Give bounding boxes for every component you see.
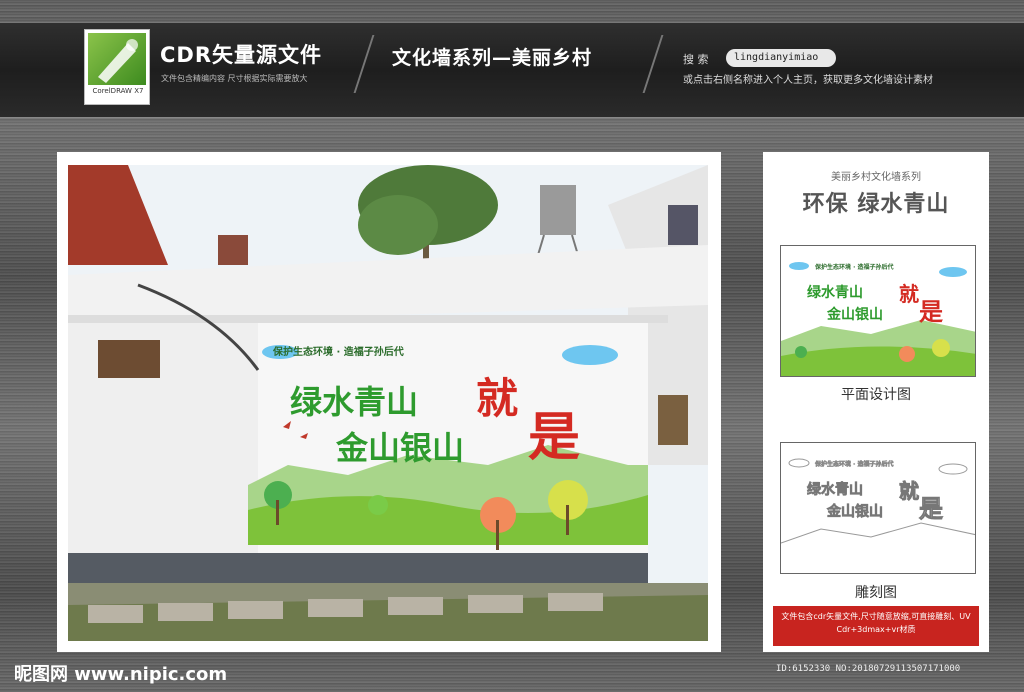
mural-line2: 金山银山	[336, 429, 465, 467]
thumb2-line2: 金山银山	[827, 504, 884, 521]
thumb2-slogan: 保护生态环境 · 造福子孙后代	[815, 461, 894, 469]
thumb1-slogan: 保护生态环境 · 造福子孙后代	[815, 264, 894, 271]
flat-design-thumbnail: 保护生态环境 · 造福子孙后代 绿水青山 金山银山 就 是	[780, 245, 976, 377]
coreldraw-logo: CorelDRAW X7	[84, 29, 150, 105]
effect-photo: 保护生态环境 · 造福子孙后代 绿水青山 金山银山 就 是	[68, 165, 708, 641]
divider	[353, 35, 375, 93]
thumb1-label: 平面设计图	[841, 387, 911, 403]
side-series: 美丽乡村文化墙系列	[831, 172, 921, 183]
search-label: 搜 索	[683, 53, 709, 66]
thumb1-big2: 是	[919, 298, 943, 326]
side-title: 环保 绿水青山	[802, 192, 950, 217]
side-panel: 美丽乡村文化墙系列 环保 绿水青山 保护生态环境 · 造福子孙后代 绿水青山 金…	[763, 152, 989, 652]
logo-icon	[88, 33, 146, 85]
thumb2-big2: 是	[919, 495, 944, 524]
thumb1-line1: 绿水青山	[807, 285, 863, 301]
series-title: 文化墙系列—美丽乡村	[392, 47, 593, 69]
logo-caption: CorelDRAW X7	[92, 87, 144, 95]
image-id: ID:6152330 NO:20180729113507171000	[776, 664, 961, 674]
thumb2-line1: 绿水青山	[807, 482, 864, 499]
cdr-subtitle: 文件包含精编内容 尺寸根据实际需要放大	[161, 74, 308, 83]
mural-line1: 绿水青山	[290, 383, 419, 421]
divider	[642, 35, 664, 93]
thumb2-label: 雕刻图	[855, 585, 897, 601]
thumb1-line2: 金山银山	[827, 307, 883, 323]
search-author-link[interactable]: lingdianyimiao	[726, 49, 836, 67]
mural-big2: 是	[528, 408, 581, 468]
mural-big1: 就	[476, 374, 519, 423]
header-band: CorelDRAW X7 CDR矢量源文件 文件包含精编内容 尺寸根据实际需要放…	[0, 22, 1024, 118]
search-note: 或点击右侧名称进入个人主页，获取更多文化墙设计素材	[683, 75, 933, 86]
cdr-title: CDR矢量源文件	[160, 43, 323, 67]
file-note-banner: 文件包含cdr矢量文件,尺寸随意放缩,可直接雕刻、UV Cdr+3dmax+vr…	[773, 606, 979, 646]
mural-slogan: 保护生态环境 · 造福子孙后代	[273, 347, 404, 358]
carving-thumbnail: 保护生态环境 · 造福子孙后代 绿水青山 金山银山 就 是	[780, 442, 976, 574]
effect-photo-card: 保护生态环境 · 造福子孙后代 绿水青山 金山银山 就 是	[57, 152, 721, 652]
thumb1-big1: 就	[899, 282, 919, 306]
site-brand: 昵图网 www.nipic.com	[14, 664, 228, 685]
thumb2-big1: 就	[899, 479, 920, 504]
